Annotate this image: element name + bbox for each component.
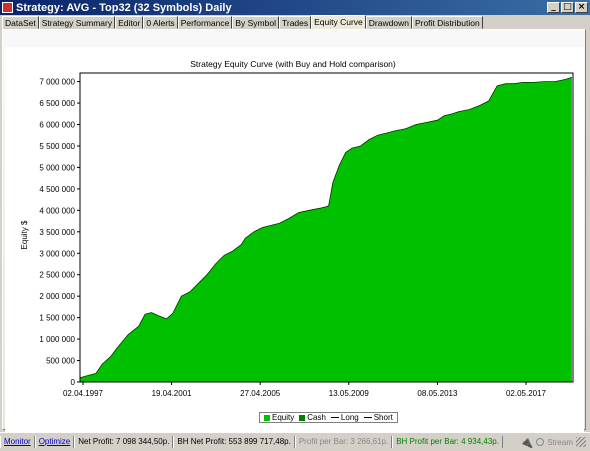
tab-strip: DataSet Strategy Summary Editor 0 Alerts… bbox=[2, 15, 483, 29]
legend-label-long: Long bbox=[340, 413, 359, 422]
y-tick-label: 4 000 000 bbox=[39, 206, 75, 215]
app-icon bbox=[2, 2, 13, 13]
monitor-link[interactable]: Monitor bbox=[0, 436, 35, 448]
maximize-button[interactable]: □ bbox=[561, 2, 574, 13]
legend-item-short: Short bbox=[363, 413, 393, 422]
optimize-link[interactable]: Optimize bbox=[34, 436, 75, 448]
stream-icon bbox=[536, 438, 545, 446]
y-tick-label: 5 500 000 bbox=[39, 142, 75, 151]
tab-performance[interactable]: Performance bbox=[177, 16, 233, 29]
x-tick-label: 27.04.2005 bbox=[240, 389, 281, 398]
legend-line-long bbox=[330, 417, 339, 418]
legend-swatch-equity bbox=[264, 414, 270, 421]
y-tick-label: 4 500 000 bbox=[39, 185, 75, 194]
x-tick-label: 02.04.1997 bbox=[63, 389, 104, 398]
y-tick-label: 6 000 000 bbox=[39, 121, 75, 130]
y-tick-label: 3 000 000 bbox=[39, 249, 75, 258]
tab-equity-curve[interactable]: Equity Curve bbox=[311, 15, 366, 29]
minimize-button[interactable]: _ bbox=[547, 2, 560, 13]
tab-trades[interactable]: Trades bbox=[278, 16, 312, 29]
tab-drawdown[interactable]: Drawdown bbox=[365, 16, 412, 29]
x-tick-label: 02.05.2017 bbox=[506, 389, 547, 398]
y-tick-label: 500 000 bbox=[46, 357, 75, 366]
title-bar: Strategy: AVG - Top32 (32 Symbols) Daily… bbox=[0, 0, 590, 15]
y-tick-label: 6 500 000 bbox=[39, 99, 75, 108]
equity-area bbox=[80, 77, 572, 383]
legend-swatch-cash bbox=[299, 414, 306, 421]
x-tick-label: 19.04.2001 bbox=[152, 389, 193, 398]
equity-chart-svg: Strategy Equity Curve (with Buy and Hold… bbox=[20, 59, 574, 398]
legend-item-equity: Equity bbox=[264, 413, 294, 422]
y-tick-label: 1 500 000 bbox=[39, 314, 75, 323]
tab-editor[interactable]: Editor bbox=[115, 16, 144, 29]
equity-chart: Strategy Equity Curve (with Buy and Hold… bbox=[5, 47, 584, 432]
status-bar: Monitor Optimize Net Profit: 7 098 344,5… bbox=[0, 432, 590, 451]
x-tick-label: 13.05.2009 bbox=[329, 389, 370, 398]
close-button[interactable]: × bbox=[575, 2, 588, 13]
tab-by-symbol[interactable]: By Symbol bbox=[232, 16, 279, 29]
tab-profit-distribution[interactable]: Profit Distribution bbox=[411, 16, 483, 29]
y-tick-label: 7 000 000 bbox=[39, 78, 75, 87]
net-profit: Net Profit: 7 098 344,50p. bbox=[74, 436, 174, 448]
y-tick-label: 0 bbox=[71, 378, 76, 387]
plug-icon[interactable]: 🔌 bbox=[520, 436, 534, 449]
tab-alerts[interactable]: 0 Alerts bbox=[143, 16, 178, 29]
legend-label-cash: Cash bbox=[307, 413, 326, 422]
bh-net-profit: BH Net Profit: 553 899 717,48p. bbox=[173, 436, 295, 448]
tab-strategy-summary[interactable]: Strategy Summary bbox=[38, 16, 116, 29]
bh-profit-per-bar: BH Profit per Bar: 4 934,43p. bbox=[392, 436, 503, 448]
y-tick-label: 3 500 000 bbox=[39, 228, 75, 237]
legend-line-short bbox=[363, 417, 372, 418]
tab-dataset[interactable]: DataSet bbox=[2, 16, 39, 29]
legend-label-equity: Equity bbox=[272, 413, 295, 422]
y-axis-label: Equity $ bbox=[20, 220, 29, 249]
y-tick-label: 2 000 000 bbox=[39, 292, 75, 301]
stream-label[interactable]: Stream bbox=[547, 438, 573, 447]
chart-legend: Equity Cash Long Short bbox=[259, 412, 398, 423]
profit-per-bar: Profit per Bar: 3 266,61p. bbox=[294, 436, 393, 448]
legend-label-short: Short bbox=[373, 413, 393, 422]
chart-title: Strategy Equity Curve (with Buy and Hold… bbox=[190, 59, 396, 69]
window-title: Strategy: AVG - Top32 (32 Symbols) Daily bbox=[16, 1, 232, 14]
resize-grip-icon[interactable] bbox=[576, 437, 586, 447]
y-tick-label: 1 000 000 bbox=[39, 335, 75, 344]
legend-item-long: Long bbox=[330, 413, 359, 422]
legend-item-cash: Cash bbox=[299, 413, 326, 422]
y-tick-label: 2 500 000 bbox=[39, 271, 75, 280]
y-tick-label: 5 000 000 bbox=[39, 163, 75, 172]
x-tick-label: 08.05.2013 bbox=[417, 389, 458, 398]
